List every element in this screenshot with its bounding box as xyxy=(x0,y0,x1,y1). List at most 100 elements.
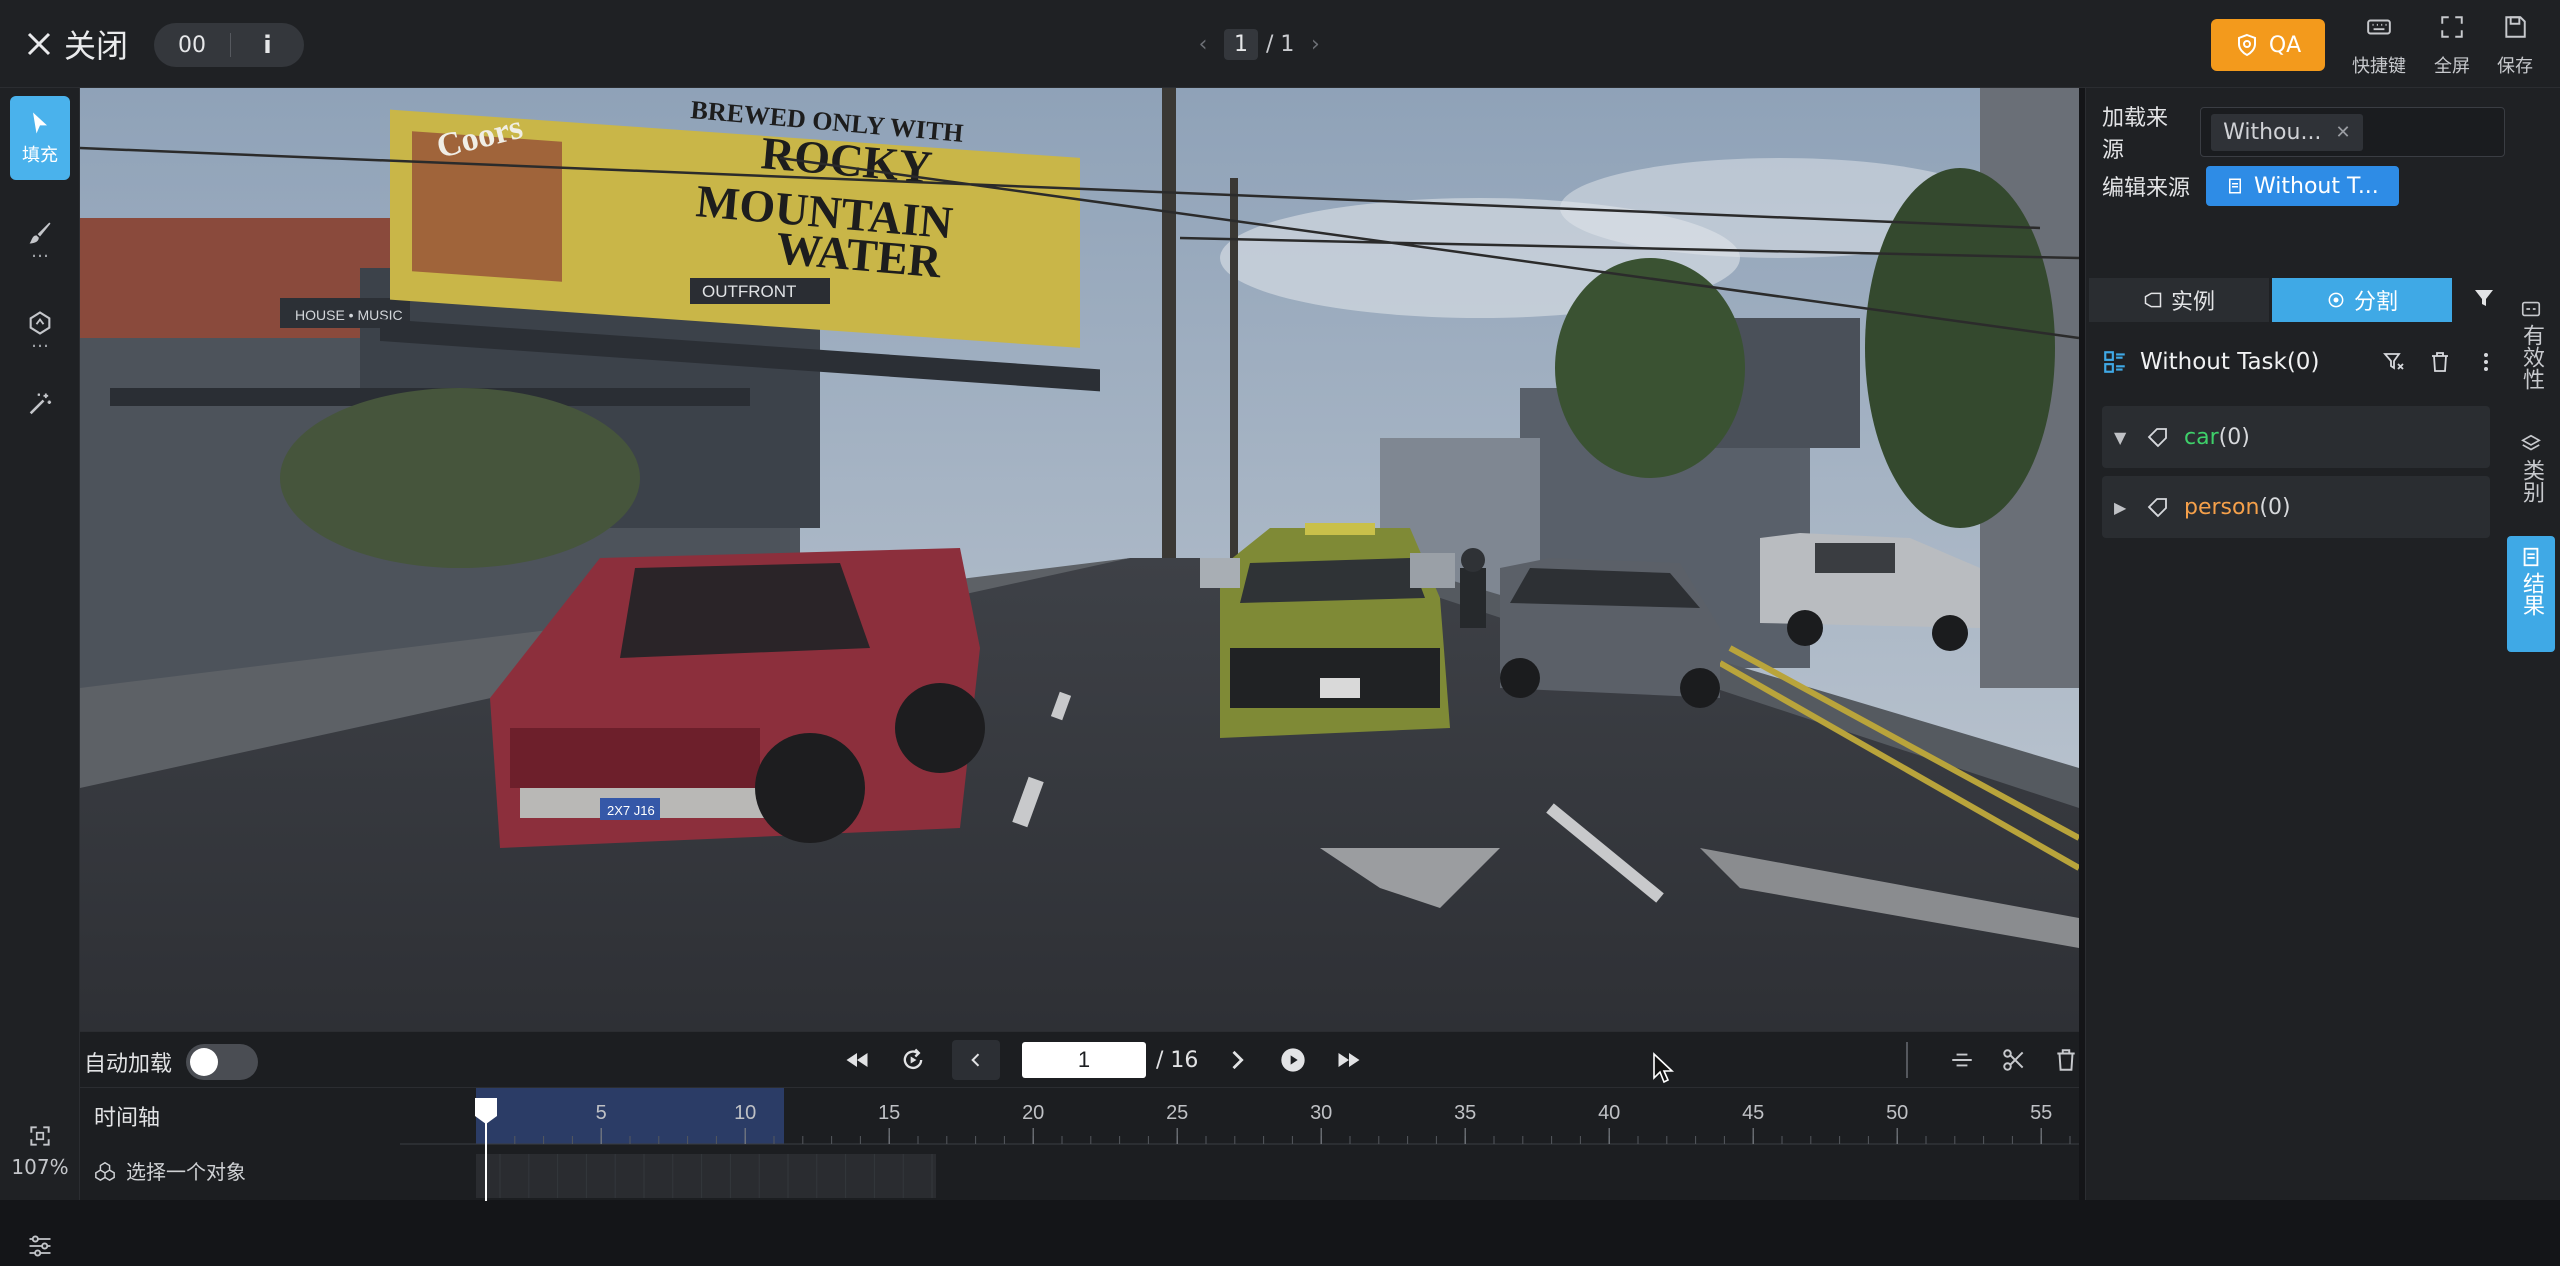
toggle-knob xyxy=(190,1048,219,1076)
fast-forward-button[interactable] xyxy=(1332,1043,1366,1077)
brush-tool[interactable]: … xyxy=(10,198,70,278)
load-source-tag[interactable]: Withou... ✕ xyxy=(2211,113,2363,151)
class-count-person: (0) xyxy=(2259,494,2291,520)
motorcycle-rider xyxy=(1460,548,1486,628)
prev-frame-button[interactable] xyxy=(952,1040,1000,1080)
top-bar: 关闭 00 i ‹ 1 / 1 › QA 快捷键 全屏 保存 xyxy=(0,0,2560,88)
tab-validity[interactable]: 有效性 xyxy=(2507,288,2555,400)
select-object-label: 选择一个对象 xyxy=(126,1160,246,1184)
frame-input[interactable] xyxy=(1022,1042,1146,1078)
tick-label: 10 xyxy=(734,1102,756,1124)
filter-button[interactable] xyxy=(2472,286,2496,314)
play-button[interactable] xyxy=(1276,1043,1310,1077)
keyboard-icon xyxy=(2367,19,2391,35)
info-icon[interactable]: i xyxy=(231,31,304,59)
select-object-prompt[interactable]: 选择一个对象 xyxy=(94,1156,246,1185)
cut-button[interactable] xyxy=(1998,1044,2030,1076)
tab-segment[interactable]: 分割 xyxy=(2272,278,2452,322)
filter-icon xyxy=(2475,290,2493,306)
load-source-row: 加载来源 Withou... ✕ xyxy=(2102,100,2505,164)
frame-navigator: / 16 xyxy=(840,1040,1366,1080)
trash-icon xyxy=(2057,1049,2075,1071)
tick-label: 20 xyxy=(1022,1102,1044,1124)
image-canvas[interactable]: HOUSE • MUSIC Coors BREWED ONLY WITH ROC… xyxy=(80,88,2079,1031)
qa-shield-icon xyxy=(2237,33,2256,57)
tab-instance[interactable]: 实例 xyxy=(2089,278,2269,322)
street-scene-image: HOUSE • MUSIC Coors BREWED ONLY WITH ROC… xyxy=(80,88,2079,1031)
rewind-button[interactable] xyxy=(840,1043,874,1077)
frame-badge-pill: 00 i xyxy=(154,23,304,67)
caret-right-icon[interactable]: ▶ xyxy=(2114,498,2132,517)
remove-tag-icon[interactable]: ✕ xyxy=(2335,122,2350,143)
play-icon xyxy=(1281,1048,1306,1072)
settings-sliders-icon xyxy=(29,1235,51,1257)
tick-label: 30 xyxy=(1310,1102,1332,1124)
scissors-icon xyxy=(2003,1049,2024,1071)
caret-down-icon[interactable]: ▼ xyxy=(2114,428,2132,447)
billboard-banner: OUTFRONT xyxy=(702,282,796,301)
load-source-select[interactable]: Withou... ✕ xyxy=(2200,107,2505,157)
trash-icon[interactable] xyxy=(2428,350,2452,374)
objects-icon xyxy=(95,1161,115,1181)
left-toolbar: 填充 … … 107% xyxy=(0,88,80,1257)
autoload-toggle[interactable] xyxy=(186,1044,259,1080)
next-frame-button[interactable] xyxy=(1220,1043,1254,1077)
page-current[interactable]: 1 xyxy=(1224,28,1258,60)
instance-tag-icon xyxy=(2144,292,2162,308)
close-button[interactable]: 关闭 xyxy=(24,20,128,68)
chevron-right-icon xyxy=(1232,1050,1245,1070)
mouse-cursor-icon xyxy=(1653,1052,1675,1084)
shortcut-button[interactable]: 快捷键 xyxy=(2344,14,2414,78)
timeline: 时间轴 选择一个对象 5 10 15 20 25 30 35 40 45 50 55 xyxy=(80,1087,2079,1201)
validity-icon xyxy=(2521,301,2541,317)
magic-wand-tool[interactable] xyxy=(10,378,70,430)
tab-instance-label: 实例 xyxy=(2170,290,2215,315)
timeline-ruler[interactable]: 5 10 15 20 25 30 35 40 45 50 55 xyxy=(400,1088,2079,1201)
close-label: 关闭 xyxy=(64,27,129,65)
edit-source-row: 编辑来源 Without T... xyxy=(2102,166,2399,206)
more-vertical-icon[interactable] xyxy=(2474,350,2498,374)
select-pointer-icon xyxy=(33,112,47,134)
tab-category[interactable]: 类别 xyxy=(2507,423,2555,513)
replay-button[interactable] xyxy=(896,1043,930,1077)
task-header: Without Task(0) xyxy=(2102,340,2498,384)
zoom-control[interactable]: 107% xyxy=(8,1123,72,1179)
fill-select-tool[interactable]: 填充 xyxy=(10,96,70,180)
clear-filter-icon[interactable] xyxy=(2382,350,2406,374)
load-source-tag-text: Withou... xyxy=(2223,119,2322,145)
tick-label: 35 xyxy=(1454,1102,1476,1124)
prev-page-icon[interactable]: ‹ xyxy=(1190,32,1216,57)
settings-button[interactable] xyxy=(20,1226,60,1266)
split-track-button[interactable] xyxy=(1946,1044,1978,1076)
fill-label: 填充 xyxy=(22,145,58,166)
validity-label: 有效性 xyxy=(2519,324,2544,390)
fullscreen-button[interactable]: 全屏 xyxy=(2417,14,2487,78)
timeline-actions xyxy=(1906,1042,2082,1078)
class-row-person[interactable]: ▶ person(0) xyxy=(2102,476,2490,538)
grey-sedan xyxy=(1500,558,1720,708)
result-document-icon xyxy=(2523,547,2539,567)
class-count-car: (0) xyxy=(2218,424,2250,450)
autoload-label: 自动加载 xyxy=(84,1052,173,1077)
tick-label: 5 xyxy=(596,1102,607,1124)
save-icon xyxy=(2505,16,2526,38)
next-page-icon[interactable]: › xyxy=(1302,32,1328,57)
tick-label: 50 xyxy=(1886,1102,1908,1124)
delete-track-button[interactable] xyxy=(2050,1044,2082,1076)
result-label: 结果 xyxy=(2519,572,2544,616)
tick-label: 25 xyxy=(1166,1102,1188,1124)
class-row-car[interactable]: ▼ car(0) xyxy=(2102,406,2490,468)
fullscreen-label: 全屏 xyxy=(2434,56,2470,77)
edit-source-tag[interactable]: Without T... xyxy=(2206,166,2399,206)
more-dots-icon[interactable]: … xyxy=(31,333,49,351)
qa-label: QA xyxy=(2268,32,2302,58)
tab-result[interactable]: 结果 xyxy=(2507,536,2555,652)
fit-screen-icon xyxy=(30,1126,50,1146)
qa-button[interactable]: QA xyxy=(2211,19,2325,71)
class-name-car: car xyxy=(2184,424,2219,450)
magic-wand-icon xyxy=(29,393,52,415)
more-dots-icon[interactable]: … xyxy=(31,243,49,261)
save-button[interactable]: 保存 xyxy=(2480,14,2550,78)
polygon-tool[interactable]: … xyxy=(10,288,70,368)
fullscreen-icon xyxy=(2441,16,2463,38)
